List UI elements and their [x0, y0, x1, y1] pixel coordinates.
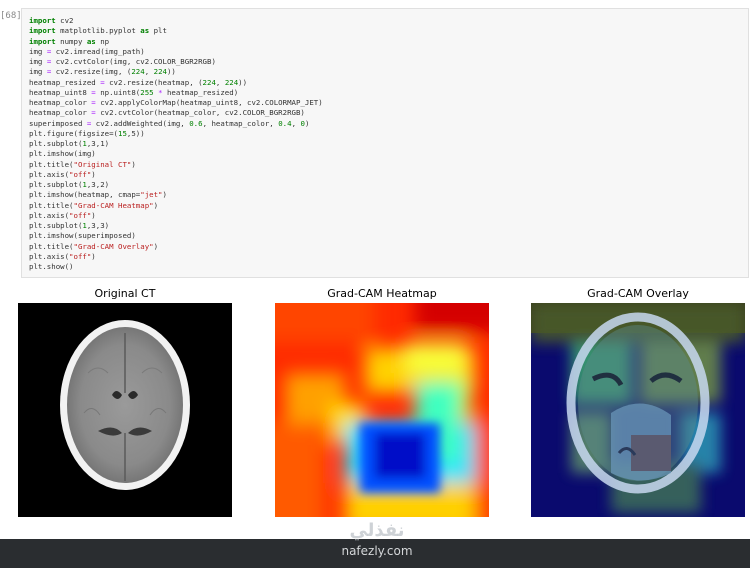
subplot-title-gradcam-heatmap: Grad-CAM Heatmap [327, 287, 437, 300]
code-line: plt.axis("off") [29, 169, 96, 179]
watermark-latin-text: nafezly.com [341, 544, 413, 558]
code-line: import matplotlib.pyplot as plt [29, 26, 167, 36]
code-line: import numpy as np [29, 36, 110, 46]
code-line: heatmap_resized = cv2.resize(heatmap, (2… [29, 77, 248, 87]
code-line: heatmap_color = cv2.cvtColor(heatmap_col… [29, 108, 305, 118]
code-line: plt.axis("off") [29, 210, 96, 220]
code-line: plt.axis("off") [29, 251, 96, 261]
code-cell-input[interactable]: import cv2 import matplotlib.pyplot as pl… [21, 8, 749, 278]
subplot-title-gradcam-overlay: Grad-CAM Overlay [587, 287, 689, 300]
code-line: plt.subplot(1,3,1) [29, 139, 110, 148]
code-line: plt.title("Grad-CAM Overlay") [29, 241, 159, 251]
watermark-arabic-text: نفذلي [349, 520, 405, 541]
code-line: plt.subplot(1,3,2) [29, 180, 110, 189]
code-line: plt.show() [29, 262, 74, 271]
code-line: img = cv2.cvtColor(img, cv2.COLOR_BGR2RG… [29, 57, 216, 66]
code-line: plt.imshow(superimposed) [29, 231, 136, 241]
nafezly-watermark: نفذلي nafezly.com [307, 520, 447, 568]
code-line: img = cv2.imread(img_path) [29, 46, 145, 56]
code-line: img = cv2.resize(img, (224, 224)) [29, 67, 176, 77]
cell-execution-count: [68]: [0, 11, 22, 21]
gradcam-overlay-image [531, 303, 745, 517]
code-line: heatmap_uint8 = np.uint8(255 * heatmap_r… [29, 87, 239, 97]
code-line: plt.subplot(1,3,3) [29, 221, 110, 230]
code-line: plt.imshow(heatmap, cmap="jet") [29, 190, 167, 200]
code-line: heatmap_color = cv2.applyColorMap(heatma… [29, 98, 323, 107]
code-line: import cv2 [29, 16, 74, 25]
code-line: superimposed = cv2.addWeighted(img, 0.6,… [29, 118, 310, 128]
gradcam-heatmap-image [275, 303, 489, 517]
code-line: plt.imshow(img) [29, 149, 96, 159]
code-line: plt.figure(figsize=(15,5)) [29, 128, 145, 138]
subplot-title-original-ct: Original CT [94, 287, 156, 300]
original-ct-image [18, 303, 232, 517]
code-editor[interactable]: import cv2 import matplotlib.pyplot as pl… [22, 9, 748, 272]
code-line: plt.title("Grad-CAM Heatmap") [29, 200, 159, 210]
code-line: plt.title("Original CT") [29, 159, 136, 169]
